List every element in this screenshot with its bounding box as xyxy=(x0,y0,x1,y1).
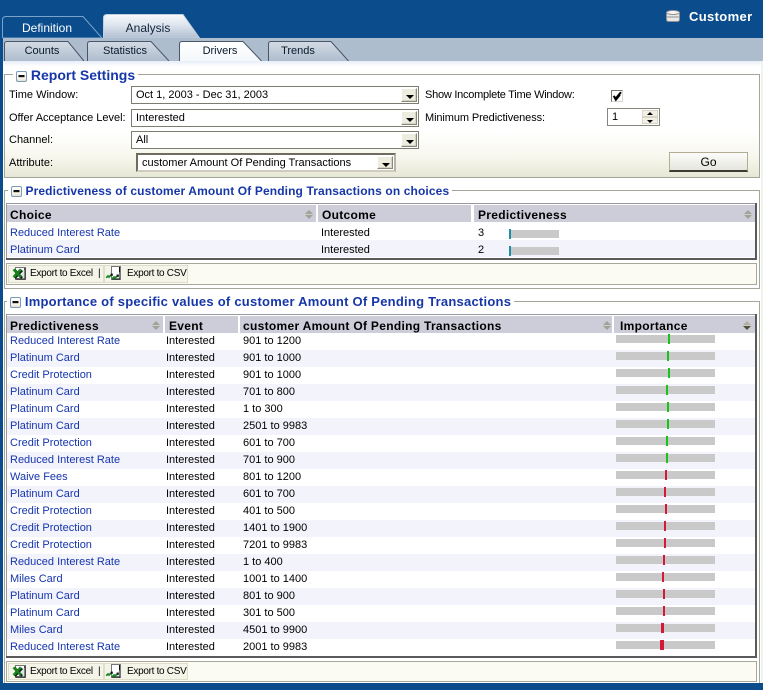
svg-text:Drivers: Drivers xyxy=(203,45,238,57)
svg-text:Definition: Definition xyxy=(22,21,72,35)
svg-text:Analysis: Analysis xyxy=(126,21,171,35)
svg-text:Trends: Trends xyxy=(281,45,315,57)
svg-text:Statistics: Statistics xyxy=(103,45,148,57)
svg-text:Counts: Counts xyxy=(25,45,60,57)
